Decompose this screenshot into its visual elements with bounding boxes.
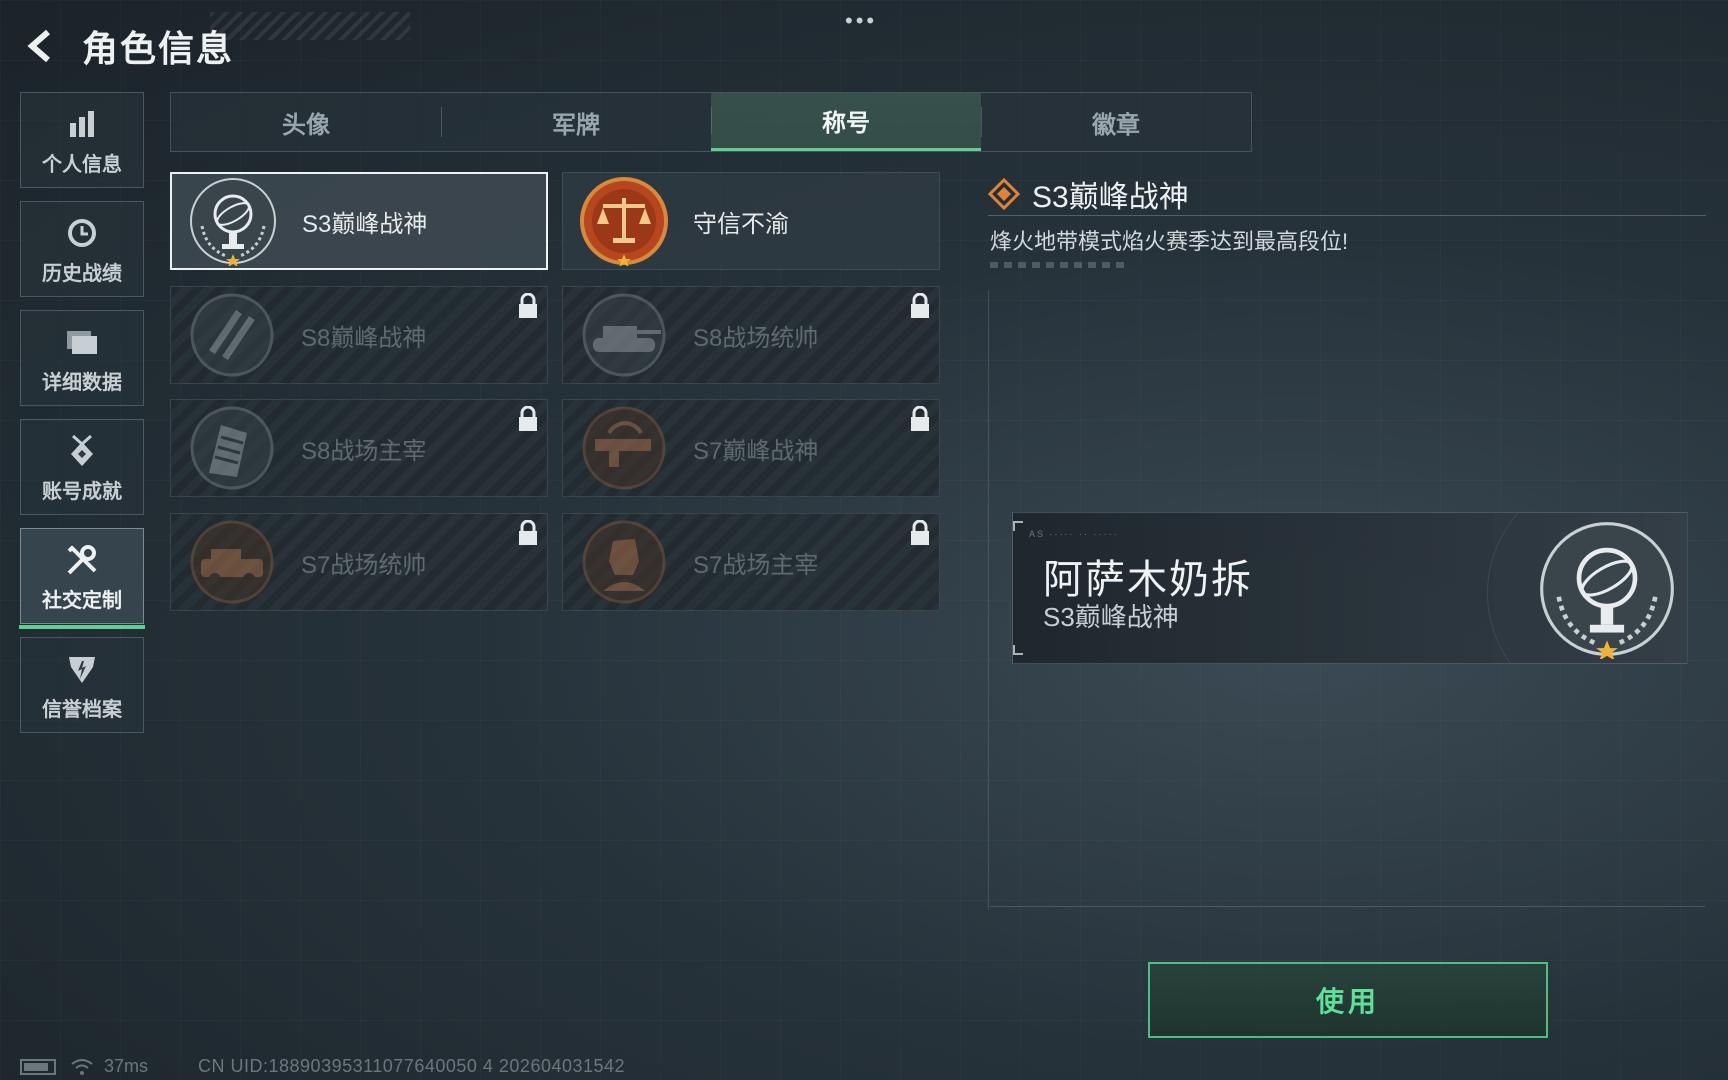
sidebar-item-history[interactable]: 历史战绩 — [20, 201, 144, 297]
corner-bracket-decoration — [1013, 521, 1023, 531]
sidebar-item-detailed-data[interactable]: 详细数据 — [20, 310, 144, 406]
title-card-s7-dominator[interactable]: S7战场主宰 — [562, 513, 940, 611]
soldier-emblem-icon — [582, 520, 666, 604]
armillary-sphere-emblem-icon — [1540, 522, 1674, 659]
preview-small-text: AS ····· ·· ····· — [1029, 529, 1119, 539]
lock-icon — [911, 293, 929, 318]
more-menu-dots[interactable]: ••• — [845, 8, 877, 34]
lock-icon — [911, 406, 929, 431]
tab-avatar[interactable]: 头像 — [171, 93, 441, 151]
use-button[interactable]: 使用 — [1148, 962, 1548, 1038]
title-card-label: S7战场统帅 — [301, 551, 427, 579]
title-card-s8-peak[interactable]: S8巅峰战神 — [170, 286, 548, 384]
title-card-s8-commander[interactable]: S8战场统帅 — [562, 286, 940, 384]
credit-badge-icon — [69, 656, 95, 683]
sidebar-item-label: 账号成就 — [42, 480, 122, 503]
bar-chart-icon — [70, 110, 94, 137]
back-arrow-icon — [27, 29, 50, 63]
sidebar-item-label: 历史战绩 — [42, 262, 122, 285]
lock-icon — [519, 406, 537, 431]
description-decoration — [990, 262, 1126, 268]
title-decoration — [210, 12, 410, 40]
page-header: 角色信息 — [18, 18, 234, 74]
tank-emblem-icon — [582, 293, 666, 377]
back-button[interactable] — [18, 24, 62, 68]
detail-header: S3巅峰战神 — [988, 172, 1189, 216]
title-card-s7-commander[interactable]: S7战场统帅 — [170, 513, 548, 611]
title-card-label: S7巅峰战神 — [693, 437, 819, 465]
user-uid: CN UID:18890395311077640050 4 2026040315… — [198, 1056, 626, 1076]
sidebar-item-social-custom[interactable]: 社交定制 — [19, 528, 145, 629]
detail-description: 烽火地带模式焰火赛季达到最高段位! — [990, 229, 1349, 254]
sidebar-item-achievements[interactable]: 账号成就 — [20, 419, 144, 515]
wifi-icon — [71, 1058, 93, 1075]
title-card-s7-peak[interactable]: S7巅峰战神 — [562, 399, 940, 497]
scales-emblem-icon — [580, 177, 668, 266]
title-card-s3-peak[interactable]: S3巅峰战神 — [170, 172, 548, 270]
title-card-s8-dominator[interactable]: S8战场主宰 — [170, 399, 548, 497]
detail-title: S3巅峰战神 — [1032, 181, 1189, 214]
tab-title[interactable]: 称号 — [711, 93, 981, 151]
slash-emblem-icon — [190, 293, 274, 377]
folder-icon — [67, 330, 97, 354]
player-title: S3巅峰战神 — [1043, 602, 1179, 632]
sidebar-item-label: 个人信息 — [42, 153, 122, 176]
lock-icon — [519, 520, 537, 545]
sidebar-item-label: 信誉档案 — [42, 698, 122, 721]
gun-emblem-icon — [582, 406, 666, 490]
armillary-sphere-emblem-icon — [190, 178, 276, 266]
title-card-label: S8战场统帅 — [693, 324, 819, 352]
lock-icon — [519, 293, 537, 318]
vehicle-emblem-icon — [190, 520, 274, 604]
lock-icon — [911, 520, 929, 545]
title-card-keep-faith[interactable]: 守信不渝 — [562, 172, 940, 270]
ping-value: 37ms — [104, 1056, 149, 1076]
title-card-label: S7战场主宰 — [693, 551, 819, 579]
tab-dog-tag[interactable]: 军牌 — [441, 93, 711, 151]
title-card-label: S3巅峰战神 — [302, 210, 428, 238]
sidebar-item-label: 详细数据 — [42, 371, 122, 394]
diamond-icon — [988, 178, 1020, 210]
tab-badge[interactable]: 徽章 — [981, 93, 1251, 151]
detail-divider — [988, 215, 1706, 216]
tools-icon — [67, 544, 97, 574]
nameplate-preview: AS ····· ·· ····· 阿萨木奶拆 S3巅峰战神 — [1012, 512, 1688, 664]
building-emblem-icon — [190, 406, 274, 490]
sidebar-item-personal-info[interactable]: 个人信息 — [20, 92, 144, 188]
title-card-label: S8巅峰战神 — [301, 324, 427, 352]
sidebar-item-credit-record[interactable]: 信誉档案 — [20, 637, 144, 733]
clock-history-icon — [68, 218, 96, 247]
status-bar: 37ms CN UID:18890395311077640050 4 20260… — [20, 1056, 625, 1077]
frame-divider — [990, 906, 1705, 907]
corner-bracket-decoration — [1013, 645, 1023, 655]
title-card-label: S8战场主宰 — [301, 437, 427, 465]
battery-icon — [20, 1058, 56, 1075]
category-tabs: 头像 军牌 称号 徽章 — [170, 92, 1252, 152]
sidebar-item-label: 社交定制 — [42, 589, 122, 612]
title-card-label: 守信不渝 — [693, 210, 789, 238]
sidebar-nav: 个人信息 历史战绩 详细数据 账号成就 社交定制 信誉档案 — [19, 92, 145, 746]
medal-icon — [71, 434, 93, 466]
